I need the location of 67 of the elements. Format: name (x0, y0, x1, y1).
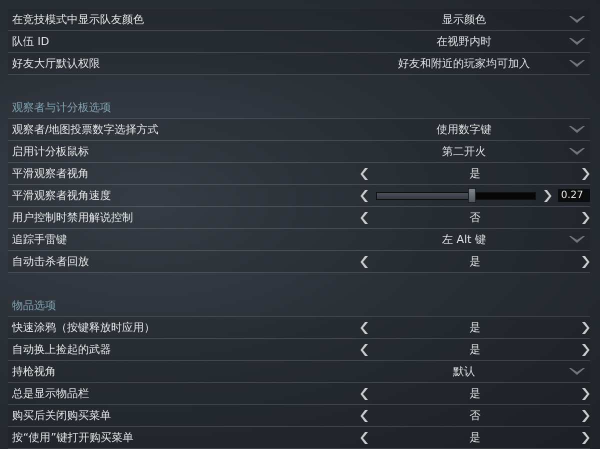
setting-label: 平滑观察者视角速度 (11, 188, 112, 203)
left-arrow-icon[interactable] (360, 320, 370, 334)
right-arrow-icon[interactable] (580, 166, 590, 180)
chevron-down-icon (568, 146, 586, 156)
setting-label: 自动击杀者回放 (11, 254, 90, 269)
right-arrow-icon[interactable] (542, 188, 552, 202)
dropdown-value: 左 Alt 键 (442, 232, 486, 247)
left-arrow-icon[interactable] (360, 254, 370, 268)
left-arrow-icon[interactable] (360, 386, 370, 400)
right-arrow-icon[interactable] (580, 408, 590, 422)
option-value: 是 (470, 166, 480, 181)
dropdown[interactable]: 第二开火 (360, 141, 590, 162)
chevron-down-icon (568, 14, 586, 24)
left-arrow-icon[interactable] (360, 210, 370, 224)
right-arrow-icon[interactable] (580, 386, 590, 400)
setting-label: 用户控制时禁用解说控制 (11, 210, 134, 225)
dropdown-value: 在视野内时 (436, 34, 492, 49)
option-value: 是 (470, 342, 480, 357)
option-value: 是 (470, 386, 480, 401)
left-arrow-icon[interactable] (360, 166, 370, 180)
option-value: 是 (470, 320, 480, 335)
chevron-down-icon (568, 36, 586, 46)
right-arrow-icon[interactable] (580, 210, 590, 224)
chevron-down-icon (568, 58, 586, 68)
dropdown-value: 第二开火 (442, 144, 486, 159)
setting-label: 好友大厅默认权限 (11, 56, 101, 71)
slider-thumb[interactable] (468, 188, 476, 202)
dropdown[interactable]: 好友和附近的玩家均可加入 (360, 53, 590, 74)
right-arrow-icon[interactable] (580, 342, 590, 356)
dropdown-value: 默认 (453, 364, 475, 379)
chevron-down-icon (568, 124, 586, 134)
option-value: 否 (470, 210, 480, 225)
setting-label: 按“使用”键打开购买菜单 (11, 430, 134, 445)
right-arrow-icon[interactable] (580, 320, 590, 334)
dropdown[interactable]: 显示颜色 (360, 9, 590, 30)
setting-label: 启用计分板鼠标 (11, 144, 90, 159)
left-arrow-icon[interactable] (360, 408, 370, 422)
setting-label: 自动换上捡起的武器 (11, 342, 112, 357)
setting-label: 持枪视角 (11, 364, 57, 379)
dropdown-value: 好友和附近的玩家均可加入 (398, 56, 530, 71)
right-arrow-icon[interactable] (580, 430, 590, 444)
option-value: 是 (470, 430, 480, 445)
dropdown[interactable]: 左 Alt 键 (360, 229, 590, 250)
left-arrow-icon[interactable] (360, 188, 370, 202)
left-arrow-icon[interactable] (360, 430, 370, 444)
section-heading: 观察者与计分板选项 (8, 96, 590, 119)
setting-label: 平滑观察者视角 (11, 166, 90, 181)
setting-label: 在竞技模式中显示队友颜色 (11, 12, 145, 27)
section-heading: 物品选项 (8, 294, 590, 317)
dropdown-value: 使用数字键 (436, 122, 492, 137)
option-value: 是 (470, 254, 480, 269)
dropdown[interactable]: 默认 (360, 361, 590, 382)
dropdown[interactable]: 在视野内时 (360, 31, 590, 52)
dropdown-value: 显示颜色 (442, 12, 486, 27)
chevron-down-icon (568, 366, 586, 376)
setting-label: 队伍 ID (11, 34, 50, 49)
setting-label: 观察者/地图投票数字选择方式 (11, 122, 160, 137)
slider-value-field[interactable]: 0.27 (558, 189, 590, 202)
right-arrow-icon[interactable] (580, 254, 590, 268)
setting-label: 总是显示物品栏 (11, 386, 90, 401)
setting-label: 购买后关闭购买菜单 (11, 408, 112, 423)
setting-label: 追踪手雷键 (11, 232, 68, 247)
chevron-down-icon (568, 234, 586, 244)
dropdown[interactable]: 使用数字键 (360, 119, 590, 140)
option-value: 否 (470, 408, 480, 423)
setting-label: 快速涂鸦（按键释放时应用） (10, 320, 156, 335)
left-arrow-icon[interactable] (360, 342, 370, 356)
